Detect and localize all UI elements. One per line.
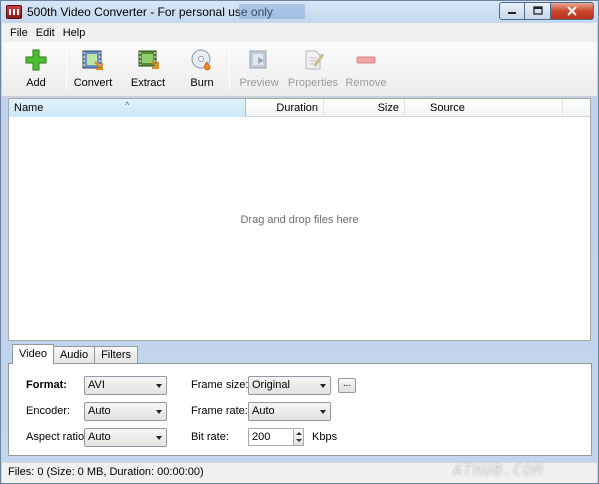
frame-size-browse-button[interactable]: ... (338, 378, 356, 393)
background-window-ghost (239, 4, 305, 19)
maximize-button[interactable] (525, 2, 551, 20)
properties-page-icon (305, 50, 324, 70)
watermark: ATHUB.COM (453, 461, 544, 479)
aspect-ratio-select[interactable]: Auto (84, 428, 167, 447)
encoder-value: Auto (88, 405, 111, 417)
aspect-ratio-label: Aspect ratio: (26, 431, 88, 443)
tab-strip: Video Audio Filters (12, 344, 139, 364)
bit-rate-label: Bit rate: (191, 431, 229, 443)
frame-rate-value: Auto (252, 405, 275, 417)
format-value: AVI (88, 379, 105, 391)
extract-button[interactable]: Extract (120, 46, 176, 92)
encoder-select[interactable]: Auto (84, 402, 167, 421)
bit-rate-input[interactable]: 200 (248, 428, 294, 446)
settings-panel: Video Audio Filters Format: AVI Encoder:… (8, 344, 592, 459)
app-window: 500th Video Converter - For personal use… (0, 0, 599, 484)
chevron-down-icon (156, 384, 162, 388)
frame-size-select[interactable]: Original (248, 376, 331, 395)
column-name-label: Name (14, 102, 44, 114)
menu-help[interactable]: Help (59, 27, 90, 39)
remove-minus-icon (356, 56, 376, 64)
title-bar[interactable]: 500th Video Converter - For personal use… (1, 1, 598, 23)
add-label: Add (26, 77, 46, 89)
remove-button[interactable]: Remove (338, 46, 394, 92)
tab-filters[interactable]: Filters (94, 346, 139, 364)
spin-up-icon (296, 432, 302, 435)
close-icon (567, 6, 577, 16)
chevron-down-icon (156, 436, 162, 440)
remove-label: Remove (345, 77, 387, 89)
chevron-down-icon (320, 384, 326, 388)
convert-label: Convert (73, 77, 113, 89)
chevron-down-icon (320, 410, 326, 414)
convert-button[interactable]: Convert (65, 46, 121, 92)
convert-film-icon (82, 50, 103, 70)
frame-size-label: Frame size: (191, 379, 249, 391)
menu-bar: File Edit Help (2, 23, 597, 42)
file-list[interactable]: ^ Name Duration Size Source Drag and dro… (8, 98, 591, 341)
tab-audio[interactable]: Audio (52, 346, 96, 364)
properties-label: Properties (287, 77, 339, 89)
frame-size-value: Original (252, 379, 290, 391)
column-duration-label: Duration (276, 102, 318, 114)
preview-label: Preview (239, 77, 279, 89)
caption-buttons (499, 2, 594, 20)
extract-label: Extract (130, 77, 166, 89)
minimize-icon (508, 12, 516, 14)
close-button[interactable] (551, 2, 594, 20)
column-size[interactable]: Size (324, 99, 405, 117)
format-label: Format: (26, 379, 67, 391)
menu-file[interactable]: File (6, 27, 32, 39)
preview-film-icon (249, 50, 267, 69)
aspect-ratio-value: Auto (88, 431, 111, 443)
column-name[interactable]: ^ Name (9, 99, 246, 117)
add-button[interactable]: Add (8, 46, 64, 92)
bit-rate-spinner[interactable] (293, 428, 304, 446)
add-plus-icon (25, 49, 47, 71)
chevron-down-icon (156, 410, 162, 414)
spin-down-icon (296, 439, 302, 442)
burn-button[interactable]: Burn (174, 46, 230, 92)
app-film-icon (6, 5, 22, 19)
column-source[interactable]: Source (405, 99, 563, 117)
video-tab-body: Format: AVI Encoder: Auto Aspect ratio: … (8, 363, 592, 456)
toolbar-separator (229, 48, 230, 90)
menu-edit[interactable]: Edit (32, 27, 59, 39)
bit-rate-unit: Kbps (312, 431, 338, 443)
frame-rate-select[interactable]: Auto (248, 402, 331, 421)
list-header: ^ Name Duration Size Source (9, 99, 590, 117)
column-size-label: Size (377, 102, 399, 114)
minimize-button[interactable] (499, 2, 525, 20)
properties-button[interactable]: Properties (285, 46, 341, 92)
toolbar: Add Convert Extract Burn Preview Propert… (2, 42, 597, 97)
status-text: Files: 0 (Size: 0 MB, Duration: 00:00:00… (8, 466, 204, 478)
tab-video[interactable]: Video (12, 344, 54, 364)
frame-rate-label: Frame rate: (191, 405, 248, 417)
encoder-label: Encoder: (26, 405, 71, 417)
column-duration[interactable]: Duration (246, 99, 324, 117)
sort-ascending-icon: ^ (125, 100, 130, 110)
drop-hint: Drag and drop files here (240, 214, 359, 226)
maximize-icon (532, 6, 543, 15)
format-select[interactable]: AVI (84, 376, 167, 395)
burn-label: Burn (190, 77, 214, 89)
window-title: 500th Video Converter - For personal use… (27, 5, 273, 19)
column-source-label: Source (430, 102, 465, 114)
extract-film-icon (138, 50, 159, 69)
burn-disc-icon (191, 49, 211, 71)
preview-button[interactable]: Preview (231, 46, 287, 92)
